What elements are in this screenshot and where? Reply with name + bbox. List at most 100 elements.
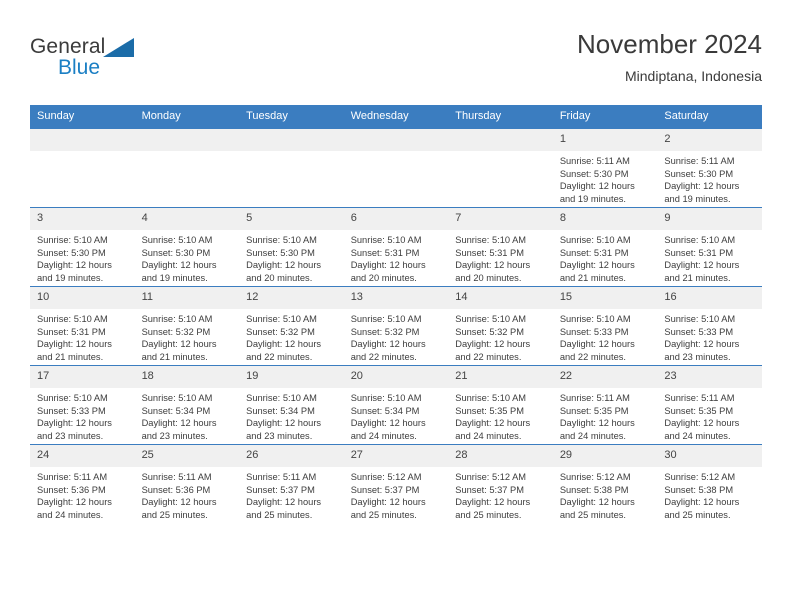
- calendar-day-cell[interactable]: 6 Sunrise: 5:10 AM Sunset: 5:31 PM Daylight…: [343, 207, 449, 287]
- day-sun-info: Sunrise: 5:10 AM Sunset: 5:32 PM Daylight:…: [344, 309, 449, 363]
- daylight-text: Daylight: 12 hours and 21 minutes.: [664, 260, 740, 283]
- calendar-day-cell[interactable]: 18 Sunrise: 5:10 AM Sunset: 5:34 PM Dayligh…: [134, 365, 240, 445]
- calendar-day-cell-empty: [343, 128, 449, 208]
- sunrise-text: Sunrise: 5:11 AM: [559, 156, 630, 166]
- calendar-day-cell[interactable]: 8 Sunrise: 5:10 AM Sunset: 5:31 PM Daylight…: [552, 207, 658, 287]
- sunset-text: Sunset: 5:33 PM: [37, 405, 106, 416]
- daylight-text: Daylight: 12 hours and 23 minutes.: [664, 339, 740, 362]
- weekday-header-tuesday: Tuesday: [239, 105, 344, 129]
- day-number: 6: [343, 208, 449, 230]
- sunset-text: Sunset: 5:31 PM: [37, 326, 106, 337]
- calendar-day-cell[interactable]: 11 Sunrise: 5:10 AM Sunset: 5:32 PM Dayligh…: [134, 286, 240, 366]
- calendar-day-cell[interactable]: 22 Sunrise: 5:11 AM Sunset: 5:35 PM Dayligh…: [552, 365, 658, 445]
- weekday-header-saturday: Saturday: [657, 105, 762, 129]
- calendar-table: Sunday Monday Tuesday Wednesday Thursday Frid…: [30, 105, 762, 523]
- calendar-day-cell[interactable]: 17 Sunrise: 5:10 AM Sunset: 5:33 PM Dayligh…: [30, 365, 135, 445]
- calendar-day-cell[interactable]: 13 Sunrise: 5:10 AM Sunset: 5:32 PM Dayligh…: [343, 286, 449, 366]
- day-sun-info: Sunrise: 5:10 AM Sunset: 5:33 PM Daylight:…: [553, 309, 658, 363]
- daylight-text: Daylight: 12 hours and 24 minutes.: [350, 418, 426, 441]
- sunrise-text: Sunrise: 5:10 AM: [455, 314, 527, 324]
- calendar-header-row: Sunday Monday Tuesday Wednesday Thursday Frid…: [30, 105, 762, 129]
- day-sun-info: Sunrise: 5:11 AM Sunset: 5:37 PM Daylight:…: [239, 467, 344, 521]
- day-sun-info: Sunrise: 5:10 AM Sunset: 5:33 PM Daylight:…: [657, 309, 762, 363]
- day-sun-info: Sunrise: 5:10 AM Sunset: 5:34 PM Daylight:…: [239, 388, 344, 442]
- sunrise-text: Sunrise: 5:11 AM: [664, 156, 735, 166]
- calendar-day-cell[interactable]: 26 Sunrise: 5:11 AM Sunset: 5:37 PM Dayligh…: [239, 444, 344, 523]
- generalblue-logo[interactable]: General Blue: [30, 36, 240, 94]
- day-sun-info: Sunrise: 5:10 AM Sunset: 5:30 PM Daylight:…: [30, 230, 135, 284]
- sunrise-text: Sunrise: 5:10 AM: [664, 314, 736, 324]
- calendar-day-cell[interactable]: 28 Sunrise: 5:12 AM Sunset: 5:37 PM Dayligh…: [448, 444, 553, 523]
- day-number: 7: [448, 208, 553, 230]
- calendar-day-cell[interactable]: 3 Sunrise: 5:10 AM Sunset: 5:30 PM Daylight…: [30, 207, 135, 287]
- day-number: 19: [239, 366, 344, 388]
- weekday-header-monday: Monday: [134, 105, 240, 129]
- daylight-text: Daylight: 12 hours and 20 minutes.: [455, 260, 531, 283]
- logo-top-row: General: [30, 36, 240, 58]
- day-sun-info: Sunrise: 5:10 AM Sunset: 5:31 PM Daylight:…: [344, 230, 449, 284]
- calendar-day-cell[interactable]: 23 Sunrise: 5:11 AM Sunset: 5:35 PM Dayligh…: [657, 365, 762, 445]
- daylight-text: Daylight: 12 hours and 25 minutes.: [141, 497, 217, 520]
- calendar-day-cell[interactable]: 19 Sunrise: 5:10 AM Sunset: 5:34 PM Dayligh…: [239, 365, 344, 445]
- sunrise-text: Sunrise: 5:10 AM: [141, 393, 213, 403]
- calendar-day-cell[interactable]: 4 Sunrise: 5:10 AM Sunset: 5:30 PM Daylight…: [134, 207, 240, 287]
- calendar-day-cell[interactable]: 2 Sunrise: 5:11 AM Sunset: 5:30 PM Daylight…: [657, 128, 762, 208]
- sunset-text: Sunset: 5:32 PM: [246, 326, 315, 337]
- sunset-text: Sunset: 5:36 PM: [141, 484, 211, 495]
- calendar-day-cell[interactable]: 21 Sunrise: 5:10 AM Sunset: 5:35 PM Dayligh…: [448, 365, 553, 445]
- calendar-day-cell[interactable]: 1 Sunrise: 5:11 AM Sunset: 5:30 PM Daylight…: [552, 128, 658, 208]
- daylight-text: Daylight: 12 hours and 19 minutes.: [559, 181, 635, 204]
- day-number: 27: [343, 445, 449, 467]
- calendar-day-cell[interactable]: 14 Sunrise: 5:10 AM Sunset: 5:32 PM Dayligh…: [448, 286, 553, 366]
- calendar-day-cell[interactable]: 9 Sunrise: 5:10 AM Sunset: 5:31 PM Daylight…: [657, 207, 762, 287]
- sunrise-text: Sunrise: 5:10 AM: [141, 314, 213, 324]
- sunset-text: Sunset: 5:34 PM: [246, 405, 315, 416]
- calendar-week-row: 3 Sunrise: 5:10 AM Sunset: 5:30 PM Daylight…: [30, 207, 762, 287]
- calendar-day-cell[interactable]: 5 Sunrise: 5:10 AM Sunset: 5:30 PM Daylight…: [239, 207, 344, 287]
- sunset-text: Sunset: 5:34 PM: [350, 405, 420, 416]
- calendar-day-cell[interactable]: 27 Sunrise: 5:12 AM Sunset: 5:37 PM Dayligh…: [343, 444, 449, 523]
- calendar-day-cell[interactable]: 7 Sunrise: 5:10 AM Sunset: 5:31 PM Daylight…: [448, 207, 553, 287]
- sunrise-text: Sunrise: 5:10 AM: [559, 314, 631, 324]
- calendar-day-cell[interactable]: 24 Sunrise: 5:11 AM Sunset: 5:36 PM Dayligh…: [30, 444, 135, 523]
- calendar-day-cell[interactable]: 29 Sunrise: 5:12 AM Sunset: 5:38 PM Dayligh…: [552, 444, 658, 523]
- calendar-day-cell[interactable]: 20 Sunrise: 5:10 AM Sunset: 5:34 PM Dayligh…: [343, 365, 449, 445]
- sunset-text: Sunset: 5:32 PM: [455, 326, 524, 337]
- day-sun-info: Sunrise: 5:10 AM Sunset: 5:32 PM Daylight:…: [135, 309, 240, 363]
- sunrise-text: Sunrise: 5:12 AM: [664, 472, 736, 482]
- calendar-week-row: 24 Sunrise: 5:11 AM Sunset: 5:36 PM Dayligh…: [30, 444, 762, 523]
- day-sun-info: Sunrise: 5:12 AM Sunset: 5:37 PM Daylight:…: [448, 467, 553, 521]
- daylight-text: Daylight: 12 hours and 19 minutes.: [664, 181, 740, 204]
- day-number: [30, 129, 135, 151]
- sunset-text: Sunset: 5:35 PM: [559, 405, 629, 416]
- daylight-text: Daylight: 12 hours and 24 minutes.: [664, 418, 740, 441]
- calendar-day-cell[interactable]: 30 Sunrise: 5:12 AM Sunset: 5:38 PM Dayligh…: [657, 444, 762, 523]
- sunset-text: Sunset: 5:30 PM: [141, 247, 211, 258]
- day-number: [343, 129, 449, 151]
- day-sun-info: Sunrise: 5:10 AM Sunset: 5:32 PM Daylight:…: [448, 309, 553, 363]
- day-number: 25: [134, 445, 240, 467]
- sunset-text: Sunset: 5:31 PM: [559, 247, 629, 258]
- calendar-day-cell[interactable]: 16 Sunrise: 5:10 AM Sunset: 5:33 PM Dayligh…: [657, 286, 762, 366]
- sunset-text: Sunset: 5:30 PM: [664, 168, 734, 179]
- calendar-day-cell[interactable]: 15 Sunrise: 5:10 AM Sunset: 5:33 PM Dayligh…: [552, 286, 658, 366]
- daylight-text: Daylight: 12 hours and 25 minutes.: [559, 497, 635, 520]
- sunset-text: Sunset: 5:37 PM: [246, 484, 315, 495]
- calendar-week-row: 10 Sunrise: 5:10 AM Sunset: 5:31 PM Dayligh…: [30, 286, 762, 366]
- day-number: 24: [30, 445, 135, 467]
- sunset-text: Sunset: 5:31 PM: [455, 247, 524, 258]
- sunset-text: Sunset: 5:30 PM: [37, 247, 106, 258]
- calendar-day-cell[interactable]: 12 Sunrise: 5:10 AM Sunset: 5:32 PM Dayligh…: [239, 286, 344, 366]
- calendar-day-cell[interactable]: 10 Sunrise: 5:10 AM Sunset: 5:31 PM Dayligh…: [30, 286, 135, 366]
- sunrise-text: Sunrise: 5:10 AM: [350, 235, 422, 245]
- day-number: 18: [134, 366, 240, 388]
- day-number: 2: [657, 129, 762, 151]
- day-number: 16: [657, 287, 762, 309]
- sunset-text: Sunset: 5:38 PM: [559, 484, 629, 495]
- day-number: 30: [657, 445, 762, 467]
- day-number: [448, 129, 553, 151]
- calendar-day-cell[interactable]: 25 Sunrise: 5:11 AM Sunset: 5:36 PM Dayligh…: [134, 444, 240, 523]
- day-number: 5: [239, 208, 344, 230]
- calendar-day-cell-empty: [448, 128, 553, 208]
- sunrise-text: Sunrise: 5:10 AM: [246, 314, 317, 324]
